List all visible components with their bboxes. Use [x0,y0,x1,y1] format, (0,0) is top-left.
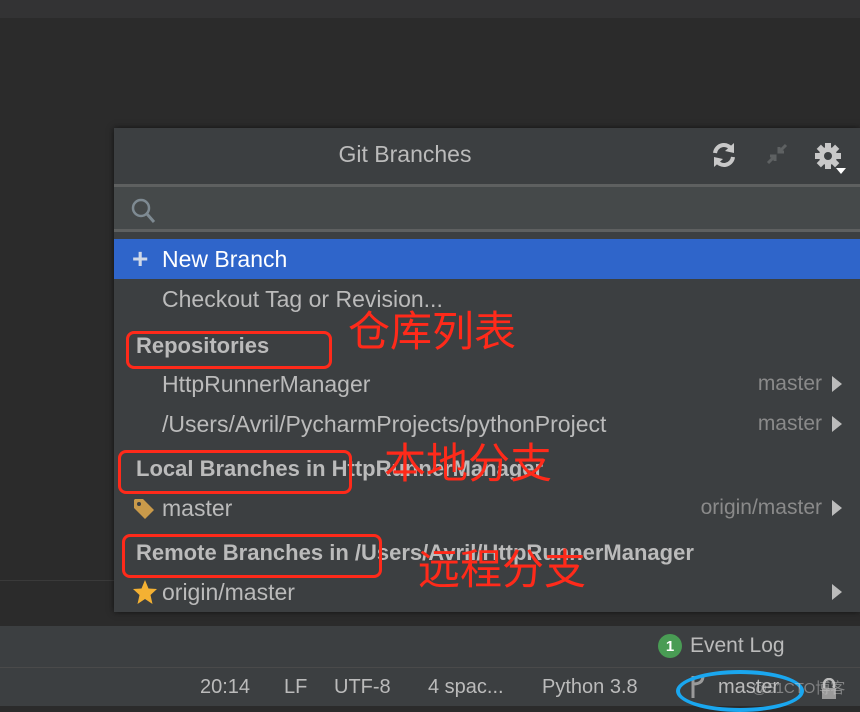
caret-position[interactable]: 20:14 [200,676,250,699]
search-icon [130,197,156,230]
remote-branch-name: origin/master [162,579,295,605]
repository-name: HttpRunnerManager [162,371,371,397]
tag-icon [132,497,156,527]
event-log-label: Event Log [690,634,785,657]
local-branch-item[interactable]: master origin/master [114,488,860,528]
event-log-button[interactable]: 1 Event Log [658,634,785,658]
file-encoding[interactable]: UTF-8 [334,676,391,699]
submenu-arrow-icon[interactable] [832,376,842,392]
python-interpreter[interactable]: Python 3.8 [542,676,638,699]
new-branch-item[interactable]: + New Branch [114,239,860,279]
line-separator[interactable]: LF [284,676,307,699]
event-count-badge: 1 [658,634,682,658]
collapse-icon[interactable] [764,141,790,172]
branch-search-box[interactable] [114,184,860,232]
refresh-icon[interactable] [710,141,738,174]
annotation-text-repositories: 仓库列表 [348,307,517,356]
annotation-text-local: 本地分支 [384,439,553,488]
annotation-text-remote: 远程分支 [418,545,587,594]
annotation-box-local [118,450,352,494]
submenu-arrow-icon[interactable] [832,500,842,516]
settings-icon[interactable] [814,141,848,180]
annotation-box-repositories [126,331,332,369]
submenu-arrow-icon[interactable] [832,416,842,432]
repository-branch: master [757,372,822,395]
plus-icon: + [132,243,149,274]
indent-setting[interactable]: 4 spac... [428,676,504,699]
popup-title: Git Branches [338,141,472,167]
star-icon [132,579,158,611]
submenu-arrow-icon[interactable] [832,584,842,600]
window-top-bar [0,0,860,18]
local-branch-name: master [162,495,233,521]
branch-search-input[interactable] [162,193,846,225]
event-log-bar: 1 Event Log [0,626,860,668]
popup-header: Git Branches [114,128,860,184]
tracking-branch: origin/master [700,496,822,519]
watermark: @51CTO博客 [752,680,846,697]
repository-item[interactable]: HttpRunnerManager master [114,364,860,404]
annotation-box-remote [122,534,382,578]
repository-branch: master [757,412,822,435]
new-branch-label: New Branch [162,246,288,272]
